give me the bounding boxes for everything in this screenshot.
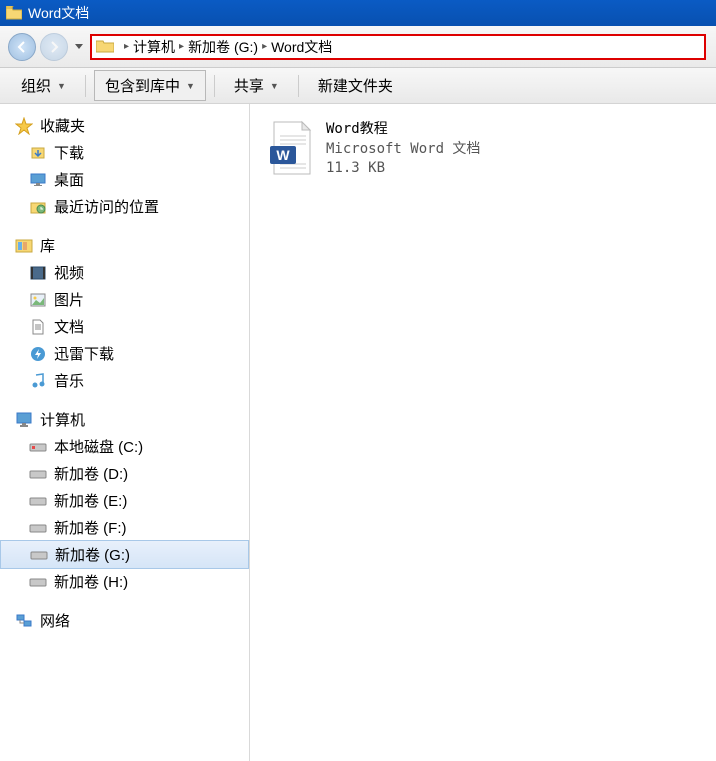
drive-icon <box>28 465 48 483</box>
recent-icon <box>28 198 48 216</box>
chevron-down-icon: ▼ <box>186 81 195 91</box>
divider <box>85 75 86 97</box>
sidebar-item-documents[interactable]: 文档 <box>0 313 249 340</box>
breadcrumb-item[interactable]: 计算机 <box>133 37 175 57</box>
file-details: Word教程 Microsoft Word 文档 11.3 KB <box>326 120 480 179</box>
sidebar-item-label: 新加卷 (E:) <box>54 490 127 511</box>
computer-label: 计算机 <box>40 409 85 430</box>
drive-icon <box>28 492 48 510</box>
share-button[interactable]: 共享 ▼ <box>223 70 290 101</box>
new-folder-label: 新建文件夹 <box>318 75 393 96</box>
sidebar-item-recent[interactable]: 最近访问的位置 <box>0 193 249 220</box>
desktop-icon <box>28 171 48 189</box>
thunder-icon <box>28 345 48 363</box>
network-label: 网络 <box>40 610 70 631</box>
computer-group: 计算机 本地磁盘 (C:) 新加卷 (D:) 新加卷 (E:) 新加卷 (F:)… <box>0 406 249 595</box>
sidebar-item-drive-h[interactable]: 新加卷 (H:) <box>0 568 249 595</box>
sidebar-item-music[interactable]: 音乐 <box>0 367 249 394</box>
divider <box>298 75 299 97</box>
sidebar-item-network[interactable]: 网络 <box>0 607 249 634</box>
share-label: 共享 <box>234 75 264 96</box>
sidebar-item-label: 新加卷 (H:) <box>54 571 128 592</box>
libraries-label: 库 <box>40 235 55 256</box>
sidebar: 收藏夹 下载 桌面 最近访问的位置 <box>0 104 250 761</box>
breadcrumb[interactable]: ▸ 计算机 ▸ 新加卷 (G:) ▸ Word文档 <box>90 34 706 60</box>
folder-icon <box>96 39 114 55</box>
video-icon <box>28 264 48 282</box>
breadcrumb-item[interactable]: Word文档 <box>271 37 332 57</box>
toolbar: 组织 ▼ 包含到库中 ▼ 共享 ▼ 新建文件夹 <box>0 68 716 104</box>
include-library-label: 包含到库中 <box>105 75 180 96</box>
sidebar-item-label: 图片 <box>54 289 84 310</box>
new-folder-button[interactable]: 新建文件夹 <box>307 70 404 101</box>
network-group: 网络 <box>0 607 249 634</box>
sidebar-item-drive-d[interactable]: 新加卷 (D:) <box>0 460 249 487</box>
sidebar-item-label: 新加卷 (D:) <box>54 463 128 484</box>
svg-text:W: W <box>276 147 290 163</box>
sidebar-item-label: 新加卷 (G:) <box>55 544 130 565</box>
forward-button[interactable] <box>40 33 68 61</box>
sidebar-item-label: 音乐 <box>54 370 84 391</box>
sidebar-item-favorites[interactable]: 收藏夹 <box>0 112 249 139</box>
sidebar-item-drive-f[interactable]: 新加卷 (F:) <box>0 514 249 541</box>
star-icon <box>14 117 34 135</box>
computer-icon <box>14 411 34 429</box>
file-size: 11.3 KB <box>326 159 480 179</box>
sidebar-item-libraries[interactable]: 库 <box>0 232 249 259</box>
file-list: W Word教程 Microsoft Word 文档 11.3 KB <box>250 104 716 761</box>
file-item[interactable]: W Word教程 Microsoft Word 文档 11.3 KB <box>262 116 704 183</box>
breadcrumb-item[interactable]: 新加卷 (G:) <box>188 37 258 57</box>
organize-button[interactable]: 组织 ▼ <box>10 70 77 101</box>
sidebar-item-downloads[interactable]: 下载 <box>0 139 249 166</box>
sidebar-item-label: 新加卷 (F:) <box>54 517 127 538</box>
sidebar-item-label: 文档 <box>54 316 84 337</box>
document-icon <box>28 318 48 336</box>
divider <box>214 75 215 97</box>
file-name: Word教程 <box>326 120 480 140</box>
favorites-group: 收藏夹 下载 桌面 最近访问的位置 <box>0 112 249 220</box>
window-title: Word文档 <box>28 3 89 23</box>
folder-icon <box>6 5 22 21</box>
sidebar-item-label: 桌面 <box>54 169 84 190</box>
chevron-down-icon: ▼ <box>57 81 66 91</box>
sidebar-item-label: 视频 <box>54 262 84 283</box>
sidebar-item-label: 本地磁盘 (C:) <box>54 436 143 457</box>
sidebar-item-label: 下载 <box>54 142 84 163</box>
drive-icon <box>28 519 48 537</box>
include-library-button[interactable]: 包含到库中 ▼ <box>94 70 206 101</box>
sidebar-item-label: 最近访问的位置 <box>54 196 159 217</box>
sidebar-item-drive-g[interactable]: 新加卷 (G:) <box>0 540 249 569</box>
library-icon <box>14 237 34 255</box>
drive-icon <box>28 573 48 591</box>
sidebar-item-pictures[interactable]: 图片 <box>0 286 249 313</box>
sidebar-item-drive-e[interactable]: 新加卷 (E:) <box>0 487 249 514</box>
picture-icon <box>28 291 48 309</box>
sidebar-item-drive-c[interactable]: 本地磁盘 (C:) <box>0 433 249 460</box>
drive-icon <box>28 438 48 456</box>
sidebar-item-thunder[interactable]: 迅雷下载 <box>0 340 249 367</box>
organize-label: 组织 <box>21 75 51 96</box>
sidebar-item-label: 迅雷下载 <box>54 343 114 364</box>
music-icon <box>28 372 48 390</box>
file-type: Microsoft Word 文档 <box>326 140 480 160</box>
word-file-icon: W <box>266 120 314 176</box>
history-dropdown[interactable] <box>72 35 86 59</box>
sidebar-item-computer[interactable]: 计算机 <box>0 406 249 433</box>
favorites-label: 收藏夹 <box>40 115 85 136</box>
back-button[interactable] <box>8 33 36 61</box>
chevron-right-icon: ▸ <box>124 41 129 52</box>
chevron-right-icon: ▸ <box>262 41 267 52</box>
chevron-right-icon: ▸ <box>179 41 184 52</box>
titlebar: Word文档 <box>0 0 716 26</box>
content-area: 收藏夹 下载 桌面 最近访问的位置 <box>0 104 716 761</box>
download-icon <box>28 144 48 162</box>
chevron-down-icon: ▼ <box>270 81 279 91</box>
navigation-bar: ▸ 计算机 ▸ 新加卷 (G:) ▸ Word文档 <box>0 26 716 68</box>
libraries-group: 库 视频 图片 文档 <box>0 232 249 394</box>
network-icon <box>14 612 34 630</box>
drive-icon <box>29 546 49 564</box>
sidebar-item-desktop[interactable]: 桌面 <box>0 166 249 193</box>
sidebar-item-videos[interactable]: 视频 <box>0 259 249 286</box>
